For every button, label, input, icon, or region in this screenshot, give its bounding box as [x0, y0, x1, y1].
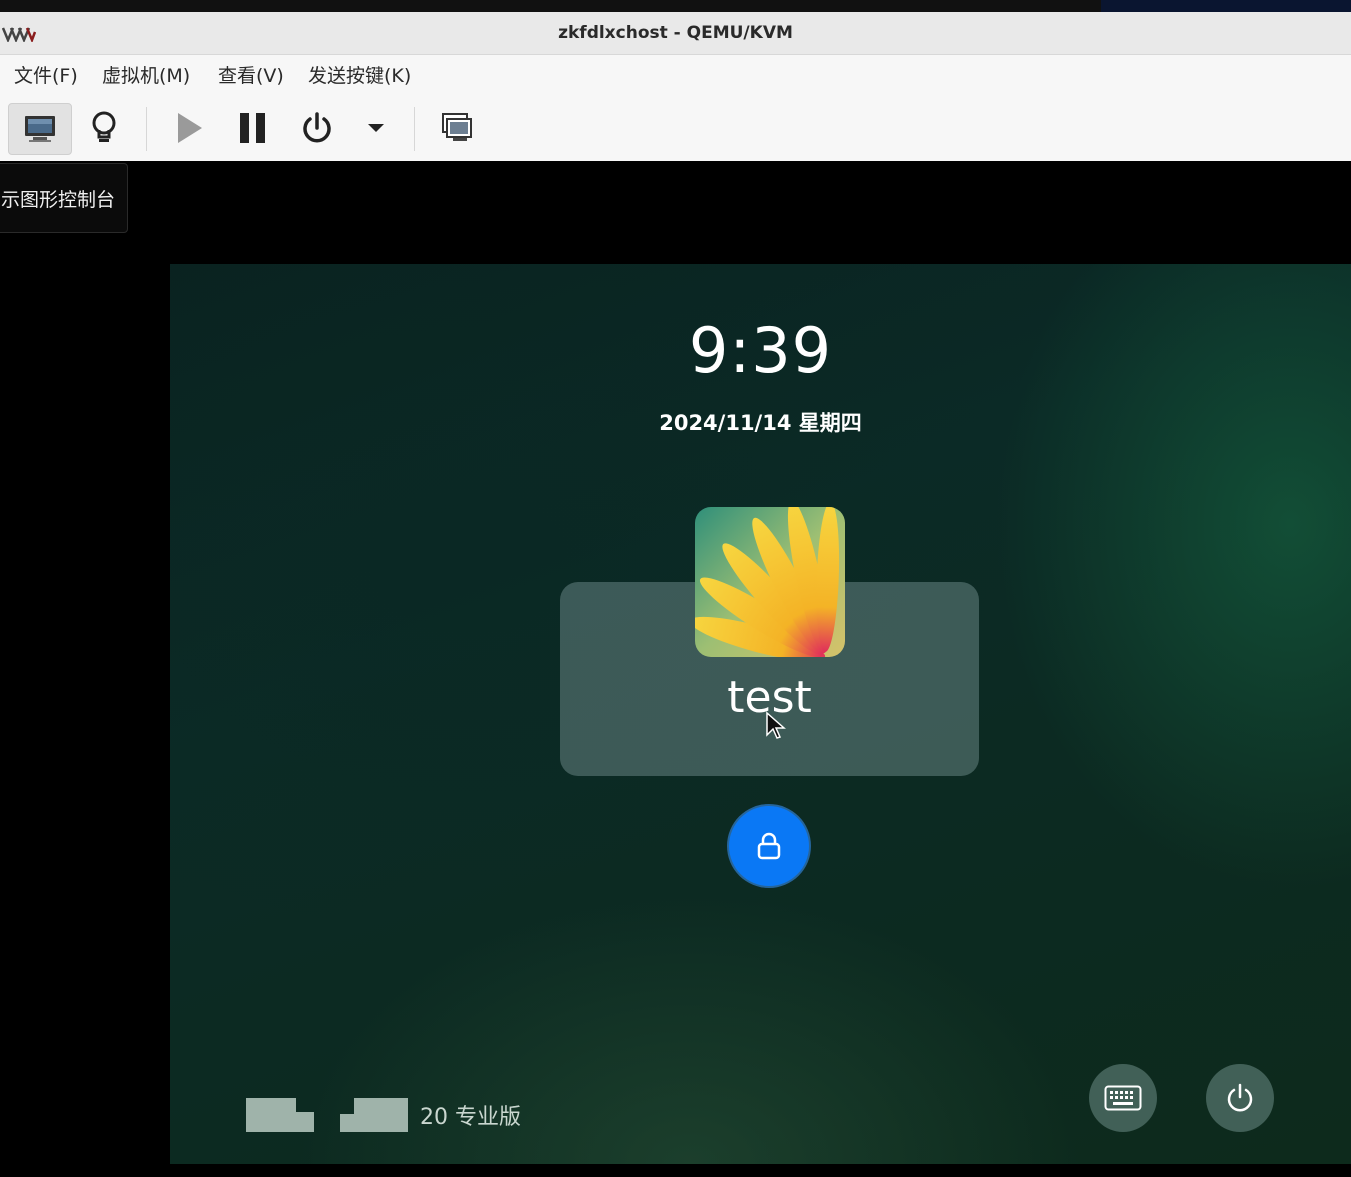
- toolbar-separator: [414, 107, 415, 151]
- menu-virtual-machine[interactable]: 虚拟机(M): [102, 55, 190, 97]
- window-title: zkfdlxchost - QEMU/KVM: [558, 23, 793, 43]
- toolbar: [0, 97, 1351, 162]
- dropdown-arrow-icon: [368, 124, 384, 132]
- lockscreen-date: 2024/11/14 星期四: [659, 411, 862, 435]
- os-logo-block-2: [340, 1098, 408, 1132]
- keyboard-layout-button[interactable]: [1089, 1064, 1157, 1132]
- power-options-button[interactable]: [1206, 1064, 1274, 1132]
- host-wallpaper-fragment: [1101, 0, 1351, 12]
- toolbar-separator: [146, 107, 147, 151]
- show-console-button[interactable]: [8, 103, 72, 155]
- show-details-button[interactable]: [80, 103, 128, 153]
- os-edition-label: 20 专业版: [246, 1096, 521, 1134]
- menu-view[interactable]: 查看(V): [218, 55, 284, 97]
- lightbulb-icon: [92, 111, 116, 142]
- os-edition-text: 20 专业版: [420, 1105, 521, 1130]
- power-icon: [303, 112, 331, 143]
- pause-icon: [240, 113, 265, 143]
- monitor-icon: [25, 116, 55, 142]
- snapshots-icon: [442, 113, 472, 141]
- host-desktop-strip: [0, 0, 1351, 12]
- mouse-cursor-icon: [766, 711, 786, 739]
- shutdown-menu-button[interactable]: [358, 103, 394, 153]
- snapshots-button[interactable]: [434, 103, 482, 153]
- guest-lockscreen[interactable]: 9:39 2024/11/14 星期四 test 20 专业版: [170, 264, 1351, 1164]
- user-avatar: [695, 507, 845, 657]
- menu-send-key[interactable]: 发送按键(K): [308, 55, 411, 97]
- lock-icon: [757, 832, 781, 860]
- power-icon: [1227, 1083, 1253, 1112]
- tooltip: 示图形控制台: [0, 163, 128, 233]
- play-icon: [178, 113, 202, 143]
- menu-file[interactable]: 文件(F): [14, 55, 78, 97]
- os-logo-block-1: [246, 1098, 314, 1132]
- avatar-flower-image: [695, 507, 845, 657]
- pause-button[interactable]: [229, 103, 277, 153]
- menubar: 文件(F) 虚拟机(M) 查看(V) 发送按键(K): [0, 55, 1351, 97]
- lockscreen-clock: 9:39: [688, 314, 833, 387]
- unlock-button[interactable]: [729, 806, 809, 886]
- keyboard-icon: [1104, 1085, 1142, 1111]
- shutdown-button[interactable]: [293, 103, 341, 153]
- window-titlebar[interactable]: zkfdlxchost - QEMU/KVM: [0, 12, 1351, 55]
- run-button[interactable]: [165, 103, 213, 153]
